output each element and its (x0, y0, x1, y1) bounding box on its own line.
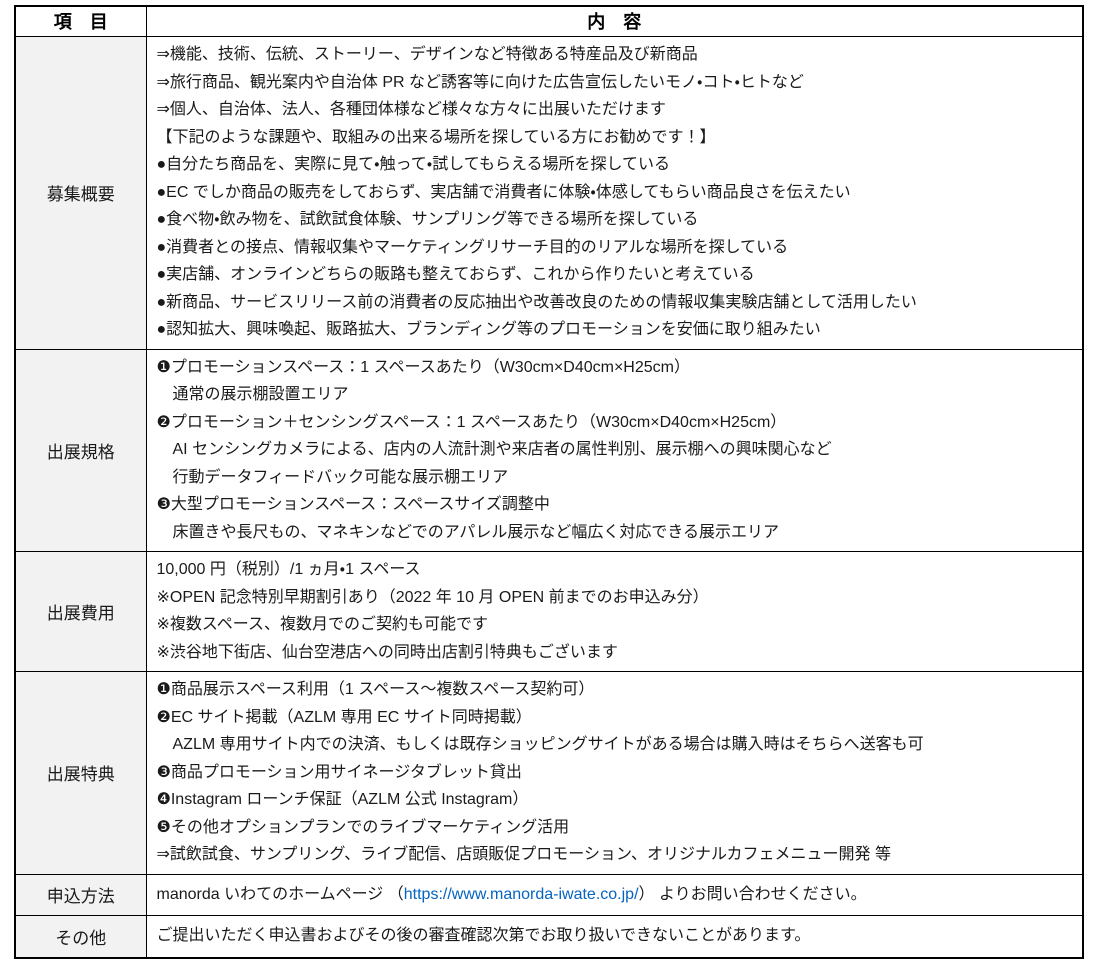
table-row-application: 申込方法 manorda いわてのホームページ （https://www.man… (14, 873, 1084, 916)
application-text-after: ） よりお問い合わせください。 (638, 885, 867, 903)
row-content-specs: ❶プロモーションスペース：1 スペースあたり（W30cm×D40cm×H25cm… (145, 348, 1084, 552)
table-row-benefits: 出展特典 ❶商品展示スペース利用（1 スペース～複数スペース契約可） ❷EC サ… (14, 671, 1084, 875)
row-content-fees: 10,000 円（税別）/1 ヵ月・1 スペース ※OPEN 記念特別早期割引あ… (145, 551, 1084, 672)
content-line: ❶プロモーションスペース：1 スペースあたり（W30cm×D40cm×H25cm… (156, 358, 690, 376)
content-line: 通常の展示棚設置エリア (156, 386, 349, 403)
table-row-specs: 出展規格 ❶プロモーションスペース：1 スペースあたり（W30cm×D40cm×… (14, 348, 1084, 552)
application-text-before: manorda いわてのホームページ （ (156, 885, 404, 903)
content-line: ●実店舗、オンラインどちらの販路も整えておらず、これから作りたいと考えている (156, 266, 755, 283)
row-label-benefits: 出展特典 (14, 671, 147, 875)
content-line: ●自分たち商品を、実際に見て・触って・試してもらえる場所を探している (156, 156, 671, 173)
row-label-application: 申込方法 (14, 873, 147, 916)
exhibitor-recruitment-table: 項 目 内 容 募集概要 ⇒機能、技術、伝統、ストーリー、デザインなど特徴ある特… (14, 5, 1084, 959)
content-line: ❶商品展示スペース利用（1 スペース～複数スペース契約可） (156, 681, 595, 698)
content-line: ❷プロモーション＋センシングスペース：1 スペースあたり（W30cm×D40cm… (156, 413, 787, 431)
content-line: ⇒個人、自治体、法人、各種団体様など様々な方々に出展いただけます (156, 101, 666, 118)
row-content-benefits: ❶商品展示スペース利用（1 スペース～複数スペース契約可） ❷EC サイト掲載（… (145, 671, 1084, 875)
row-label-fees: 出展費用 (14, 551, 147, 672)
content-line: ●EC でしか商品の販売をしておらず、実店舗で消費者に体験・体感してもらい商品良… (156, 183, 851, 201)
content-line: 【下記のような課題や、取組みの出来る場所を探している方にお勧めです！】 (156, 128, 716, 146)
row-label-other: その他 (14, 915, 147, 958)
header-row: 項 目 内 容 (14, 5, 1084, 37)
table-row-fees: 出展費用 10,000 円（税別）/1 ヵ月・1 スペース ※OPEN 記念特別… (14, 551, 1084, 672)
content-line: ❺その他オプションプランでのライブマーケティング活用 (156, 818, 570, 836)
table-row-other: その他 ご提出いただく申込書およびその後の審査確認次第でお取り扱いできないことが… (14, 915, 1084, 958)
content-line: ❸大型プロモーションスペース：スペースサイズ調整中 (156, 496, 550, 513)
content-line: ❸商品プロモーション用サイネージタブレット貸出 (156, 763, 522, 781)
content-line: 10,000 円（税別）/1 ヵ月・1 スペース (156, 561, 421, 578)
header-cell-item: 項 目 (14, 5, 147, 37)
content-line: ※渋谷地下街店、仙台空港店への同時出店割引特典もございます (156, 643, 618, 661)
content-line: ご提出いただく申込書およびその後の審査確認次第でお取り扱いできないことがあります… (156, 927, 811, 944)
row-content-overview: ⇒機能、技術、伝統、ストーリー、デザインなど特徴ある特産品及び新商品 ⇒旅行商品… (145, 36, 1084, 350)
row-label-overview: 募集概要 (14, 36, 147, 350)
content-line: 行動データフィードバック可能な展示棚エリア (156, 468, 509, 486)
content-line: ※複数スペース、複数月でのご契約も可能です (156, 616, 489, 633)
content-line: ●新商品、サービスリリース前の消費者の反応抽出や改善改良のための情報収集実験店舗… (156, 293, 917, 311)
content-line: ⇒試飲試食、サンプリング、ライブ配信、店頭販促プロモーション、オリジナルカフェメ… (156, 846, 892, 863)
content-line: ⇒旅行商品、観光案内や自治体 PR など誘客等に向けた広告宣伝したいモノ・コト・… (156, 73, 804, 91)
content-line: 床置きや長尺もの、マネキンなどでのアパレル展示など幅広く対応できる展示エリア (156, 523, 780, 541)
header-cell-content: 内 容 (145, 5, 1084, 37)
row-content-other: ご提出いただく申込書およびその後の審査確認次第でお取り扱いできないことがあります… (145, 915, 1084, 958)
content-line: ❹Instagram ローンチ保証（AZLM 公式 Instagram） (156, 791, 529, 808)
content-line: AI センシングカメラによる、店内の人流計測や来店者の属性判別、展示棚への興味関… (156, 441, 832, 458)
row-content-application: manorda いわてのホームページ （https://www.manorda-… (145, 873, 1084, 916)
document-page: 項 目 内 容 募集概要 ⇒機能、技術、伝統、ストーリー、デザインなど特徴ある特… (0, 0, 1098, 967)
content-line: ※OPEN 記念特別早期割引あり（2022 年 10 月 OPEN 前までのお申… (156, 588, 709, 606)
content-line: ●消費者との接点、情報収集やマーケティングリサーチ目的のリアルな場所を探している (156, 238, 789, 256)
content-line: ●食べ物・飲み物を、試飲試食体験、サンプリング等できる場所を探している (156, 211, 699, 228)
content-line: ⇒機能、技術、伝統、ストーリー、デザインなど特徴ある特産品及び新商品 (156, 46, 698, 63)
manorda-website-link[interactable]: https://www.manorda-iwate.co.jp/ (404, 886, 639, 903)
content-line: AZLM 専用サイト内での決済、もしくは既存ショッピングサイトがある場合は購入時… (156, 736, 924, 753)
content-line: manorda いわてのホームページ （https://www.manorda-… (157, 881, 1073, 909)
table-row-overview: 募集概要 ⇒機能、技術、伝統、ストーリー、デザインなど特徴ある特産品及び新商品 … (14, 36, 1084, 350)
content-line: ❷EC サイト掲載（AZLM 専用 EC サイト同時掲載） (156, 708, 532, 726)
row-label-specs: 出展規格 (14, 348, 147, 552)
content-line: ●認知拡大、興味喚起、販路拡大、ブランディング等のプロモーションを安価に取り組み… (156, 321, 821, 338)
